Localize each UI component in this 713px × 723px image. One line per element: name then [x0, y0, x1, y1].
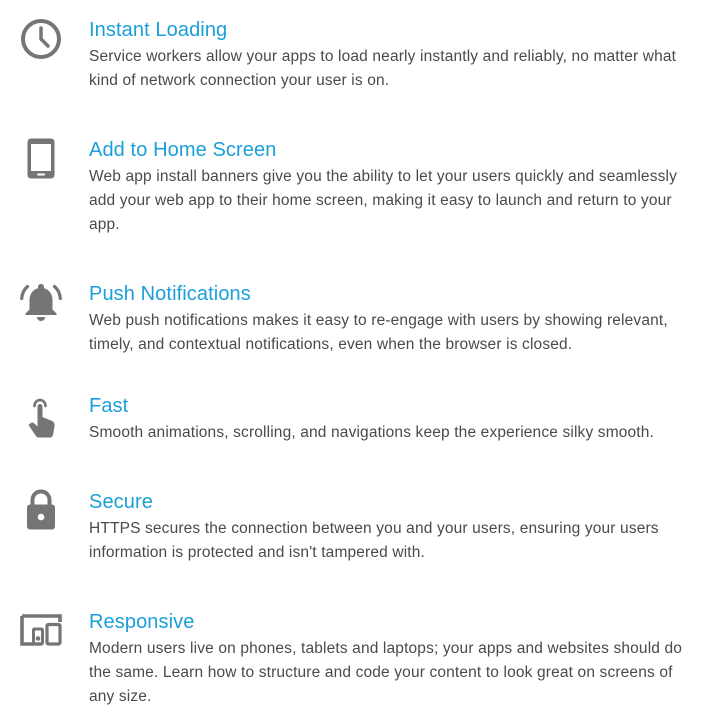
feature-title[interactable]: Push Notifications	[89, 282, 251, 306]
feature-description: Smooth animations, scrolling, and naviga…	[89, 424, 654, 441]
touch-hand-icon	[18, 393, 64, 439]
feature-description: Modern users live on phones, tablets and…	[89, 640, 683, 705]
feature-title[interactable]: Instant Loading	[89, 18, 227, 42]
clock-icon	[18, 16, 64, 62]
devices-icon	[18, 607, 64, 653]
feature-description: Service workers allow your apps to load …	[89, 48, 677, 89]
feature-description: Web push notifications makes it easy to …	[89, 312, 668, 353]
feature-title[interactable]: Add to Home Screen	[89, 138, 276, 162]
feature-description: Web app install banners give you the abi…	[89, 168, 677, 233]
feature-title[interactable]: Secure	[89, 490, 153, 514]
lock-icon	[18, 486, 64, 532]
smartphone-icon	[18, 135, 64, 181]
feature-title[interactable]: Responsive	[89, 610, 195, 634]
feature-title[interactable]: Fast	[89, 394, 128, 418]
bell-icon	[18, 279, 64, 325]
feature-description: HTTPS secures the connection between you…	[89, 520, 659, 561]
